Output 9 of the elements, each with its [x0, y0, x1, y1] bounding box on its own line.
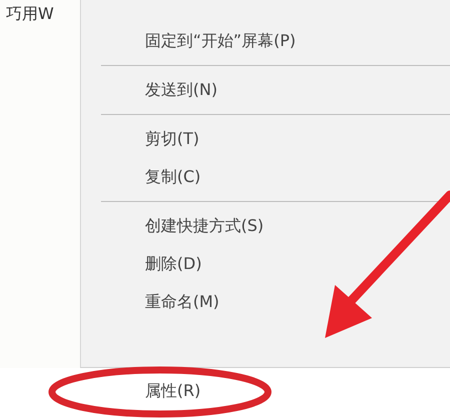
- menu-item[interactable]: 创建快捷方式(S): [81, 207, 450, 245]
- file-name: 巧用W: [6, 4, 54, 25]
- menu-item[interactable]: 重命名(M): [81, 283, 450, 321]
- menu-item[interactable]: 删除(D): [81, 245, 450, 283]
- menu-item[interactable]: 剪切(T): [81, 120, 450, 158]
- menu-item[interactable]: 复制(C): [81, 158, 450, 196]
- menu-item[interactable]: 固定到“开始”屏幕(P): [81, 22, 450, 60]
- menu-item[interactable]: 属性(R): [81, 372, 207, 410]
- menu-item[interactable]: 发送到(N): [81, 71, 450, 109]
